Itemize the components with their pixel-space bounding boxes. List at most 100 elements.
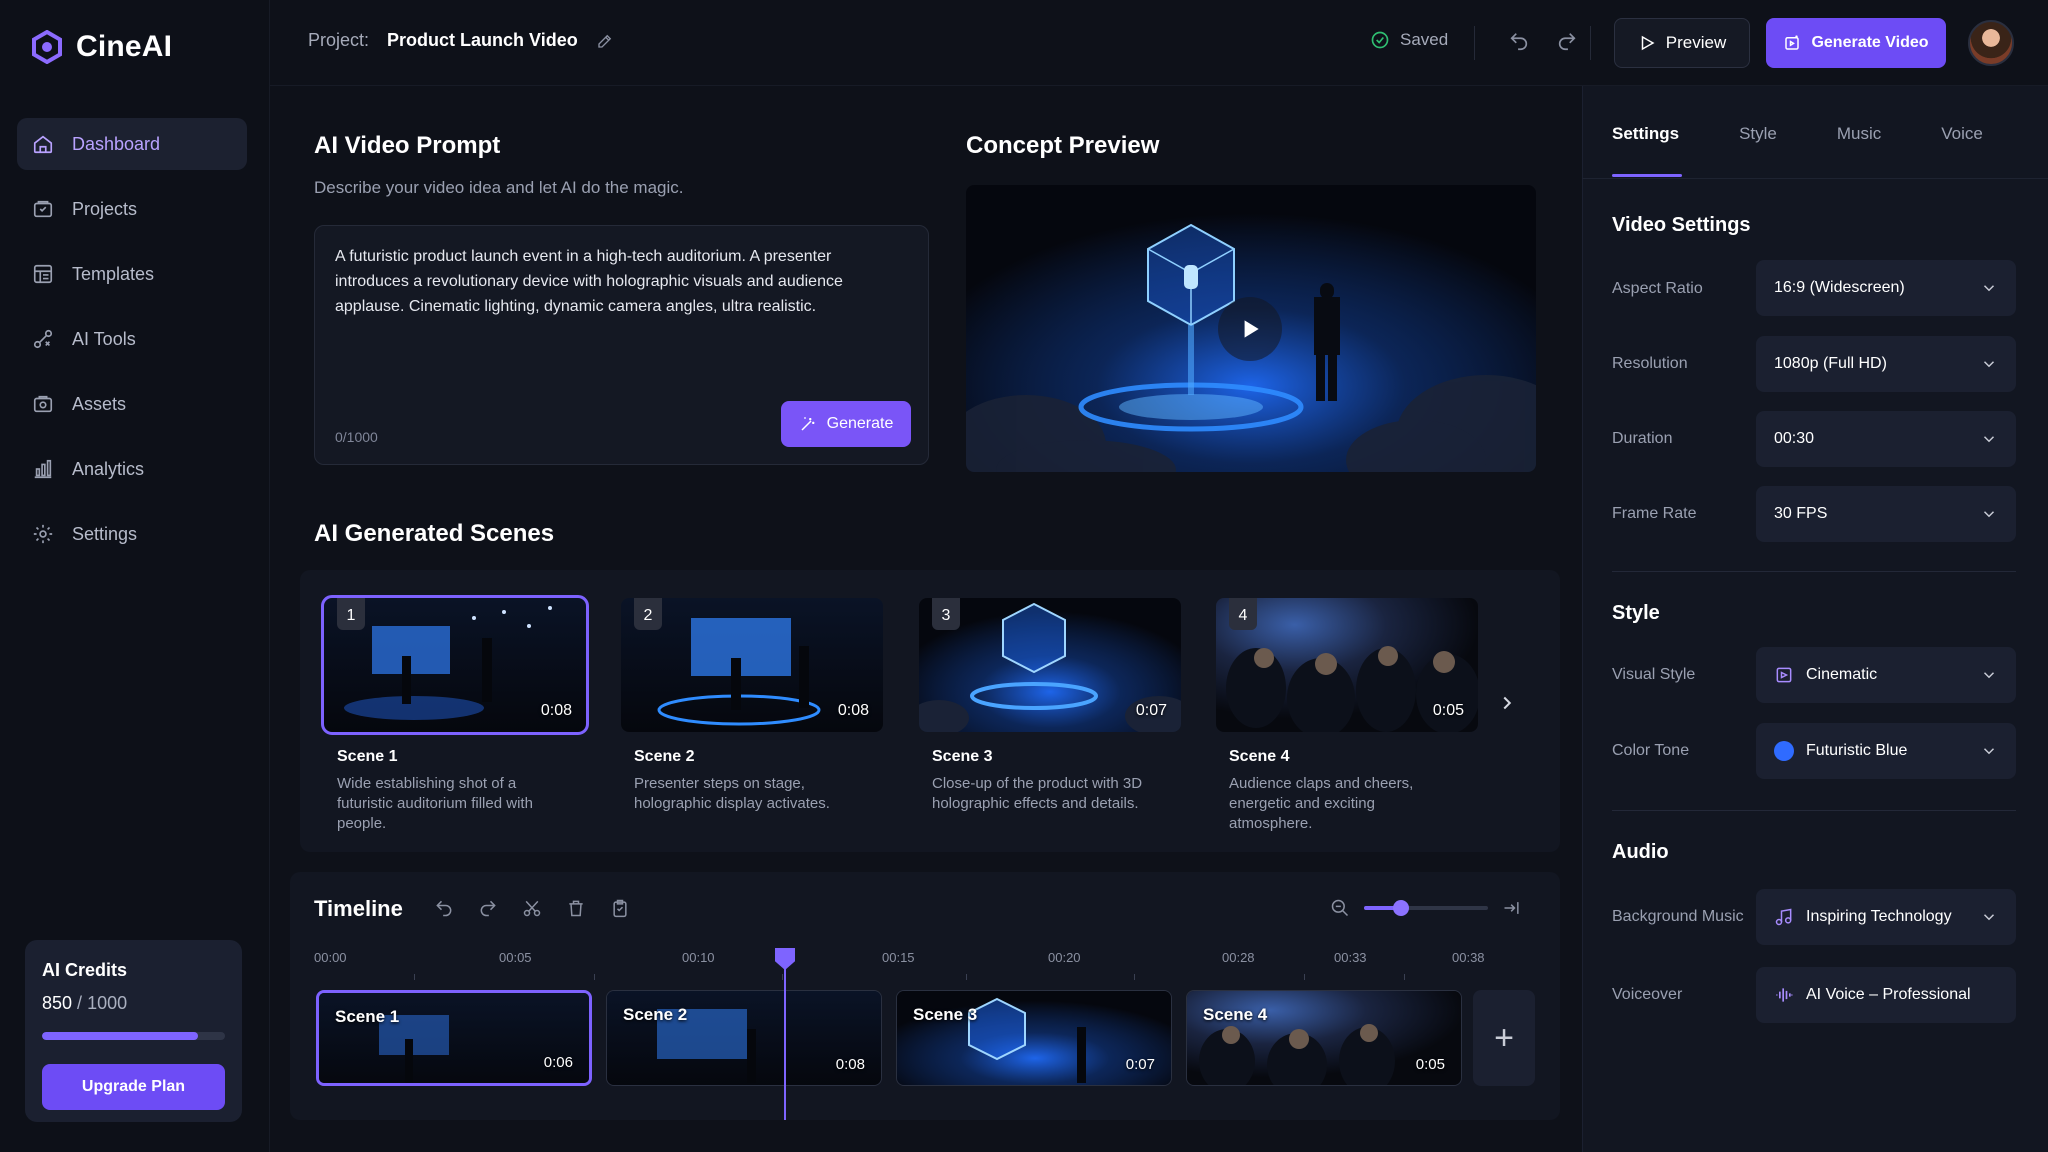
- timeline-clip-3[interactable]: Scene 3 0:07: [896, 990, 1172, 1086]
- aspect-ratio-value: 16:9 (Widescreen): [1774, 279, 1905, 296]
- scene-card-2[interactable]: 2 0:08 Scene 2 Presenter steps on stage,…: [621, 598, 883, 814]
- undo-icon[interactable]: [1508, 30, 1530, 52]
- project-name[interactable]: Product Launch Video: [387, 30, 578, 51]
- upgrade-plan-button[interactable]: Upgrade Plan: [42, 1064, 225, 1110]
- tick-minor: [414, 974, 415, 980]
- tick-minor: [1134, 974, 1135, 980]
- duration-select[interactable]: 00:30: [1756, 411, 2016, 467]
- redo-icon[interactable]: [478, 898, 498, 918]
- zoom-slider-handle[interactable]: [1393, 900, 1410, 916]
- tab-style[interactable]: Style: [1739, 124, 1777, 144]
- concept-preview-image[interactable]: [966, 185, 1536, 472]
- gear-icon: [33, 524, 53, 544]
- sidebar-item-analytics[interactable]: Analytics: [17, 443, 247, 495]
- music-note-icon: [1775, 908, 1792, 926]
- tick-minor: [966, 974, 967, 980]
- tick-label: 00:20: [1048, 950, 1081, 965]
- resolution-label: Resolution: [1612, 355, 1688, 372]
- tab-settings[interactable]: Settings: [1612, 124, 1679, 144]
- waveform-icon: [1776, 988, 1793, 1002]
- scene-card-1[interactable]: 1 0:08 Scene 1 Wide establishing shot of…: [321, 595, 589, 834]
- playhead-line[interactable]: [784, 960, 786, 1120]
- scissors-icon[interactable]: [522, 898, 542, 918]
- tick-minor: [1404, 974, 1405, 980]
- character-counter: 0/1000: [335, 429, 378, 445]
- scene-description: Presenter steps on stage, holographic di…: [634, 775, 830, 812]
- tab-voice[interactable]: Voice: [1941, 124, 1983, 144]
- sidebar-item-dashboard[interactable]: Dashboard: [17, 118, 247, 170]
- scene-number-badge: 1: [337, 598, 365, 630]
- add-clip-button[interactable]: +: [1473, 990, 1535, 1086]
- aspect-ratio-select[interactable]: 16:9 (Widescreen): [1756, 260, 2016, 316]
- edit-icon[interactable]: [596, 32, 614, 50]
- timeline-clip-1[interactable]: Scene 1 0:06: [316, 990, 592, 1086]
- scene-card-3[interactable]: 3 0:07 Scene 3 Close-up of the product w…: [919, 598, 1181, 814]
- play-button[interactable]: [1218, 297, 1282, 361]
- duration-value: 00:30: [1774, 430, 1815, 447]
- ai-credits-card: AI Credits 850 / 1000 Upgrade Plan: [25, 940, 242, 1122]
- undo-icon[interactable]: [434, 898, 454, 918]
- app-name: CineAI: [76, 30, 173, 63]
- preview-button[interactable]: Preview: [1614, 18, 1750, 68]
- tick-label: 00:05: [499, 950, 532, 965]
- prompt-subtitle: Describe your video idea and let AI do t…: [314, 178, 684, 197]
- prompt-text[interactable]: A futuristic product launch event in a h…: [335, 244, 905, 319]
- clip-name: Scene 1: [335, 1007, 400, 1026]
- tick-label: 00:33: [1334, 950, 1367, 965]
- generate-video-button[interactable]: Generate Video: [1766, 18, 1946, 68]
- redo-icon[interactable]: [1556, 30, 1578, 52]
- timeline-zoom: [1330, 898, 1522, 918]
- trash-icon[interactable]: [566, 898, 586, 918]
- background-music-select[interactable]: Inspiring Technology: [1756, 889, 2016, 945]
- scene-thumbnail: 3 0:07: [919, 598, 1181, 732]
- folder-icon: [33, 200, 53, 218]
- scene-thumbnail: 1 0:08: [321, 595, 589, 735]
- home-icon: [33, 135, 53, 154]
- credits-title: AI Credits: [42, 960, 128, 980]
- scene-description: Audience claps and cheers, energetic and…: [1229, 775, 1414, 832]
- generate-button[interactable]: Generate: [781, 401, 911, 447]
- active-tab-indicator: [1612, 174, 1682, 177]
- clip-duration: 0:06: [543, 1054, 573, 1071]
- video-settings-title: Video Settings: [1612, 214, 1751, 236]
- saved-label: Saved: [1400, 30, 1449, 49]
- clip-duration: 0:05: [1415, 1056, 1445, 1073]
- template-icon: [33, 264, 53, 284]
- zoom-slider[interactable]: [1364, 900, 1488, 916]
- generate-video-label: Generate Video: [1811, 34, 1929, 51]
- concept-preview-title: Concept Preview: [966, 132, 1160, 159]
- avatar[interactable]: [1968, 20, 2014, 66]
- voiceover-value: AI Voice – Professional: [1806, 986, 1971, 1003]
- tab-music[interactable]: Music: [1837, 124, 1881, 144]
- zoom-out-icon[interactable]: [1330, 898, 1350, 918]
- sidebar-item-label: Templates: [72, 263, 155, 284]
- frame-rate-label: Frame Rate: [1612, 505, 1697, 522]
- chevron-down-icon: [1983, 361, 1995, 368]
- section-divider: [1612, 571, 2016, 572]
- prompt-textarea[interactable]: A futuristic product launch event in a h…: [314, 225, 929, 465]
- ai-tools-icon: [33, 329, 53, 349]
- chevron-down-icon: [1983, 436, 1995, 443]
- scene-card-4[interactable]: 4 0:05 Scene 4 Audience claps and cheers…: [1216, 598, 1478, 834]
- sidebar-item-templates[interactable]: Templates: [17, 248, 247, 300]
- preview-label: Preview: [1665, 33, 1727, 52]
- visual-style-select[interactable]: Cinematic: [1756, 647, 2016, 703]
- scene-thumbnail: 4 0:05: [1216, 598, 1478, 732]
- color-tone-select[interactable]: Futuristic Blue: [1756, 723, 2016, 779]
- sidebar-item-projects[interactable]: Projects: [17, 183, 247, 235]
- sidebar-item-settings[interactable]: Settings: [17, 508, 247, 560]
- brand[interactable]: CineAI: [30, 30, 172, 64]
- sidebar-item-ai-tools[interactable]: AI Tools: [17, 313, 247, 365]
- timeline-clip-4[interactable]: Scene 4 0:05: [1186, 990, 1462, 1086]
- chevron-right-icon[interactable]: [1496, 690, 1518, 716]
- scene-number-badge: 4: [1229, 598, 1257, 630]
- play-icon: [1244, 320, 1259, 338]
- resolution-select[interactable]: 1080p (Full HD): [1756, 336, 2016, 392]
- clipboard-icon[interactable]: [610, 898, 630, 918]
- fit-timeline-icon[interactable]: [1502, 898, 1522, 918]
- frame-rate-select[interactable]: 30 FPS: [1756, 486, 2016, 542]
- voiceover-select[interactable]: AI Voice – Professional: [1756, 967, 2016, 1023]
- timeline-clip-2[interactable]: Scene 2 0:08: [606, 990, 882, 1086]
- sidebar-item-assets[interactable]: Assets: [17, 378, 247, 430]
- analytics-icon: [34, 459, 52, 479]
